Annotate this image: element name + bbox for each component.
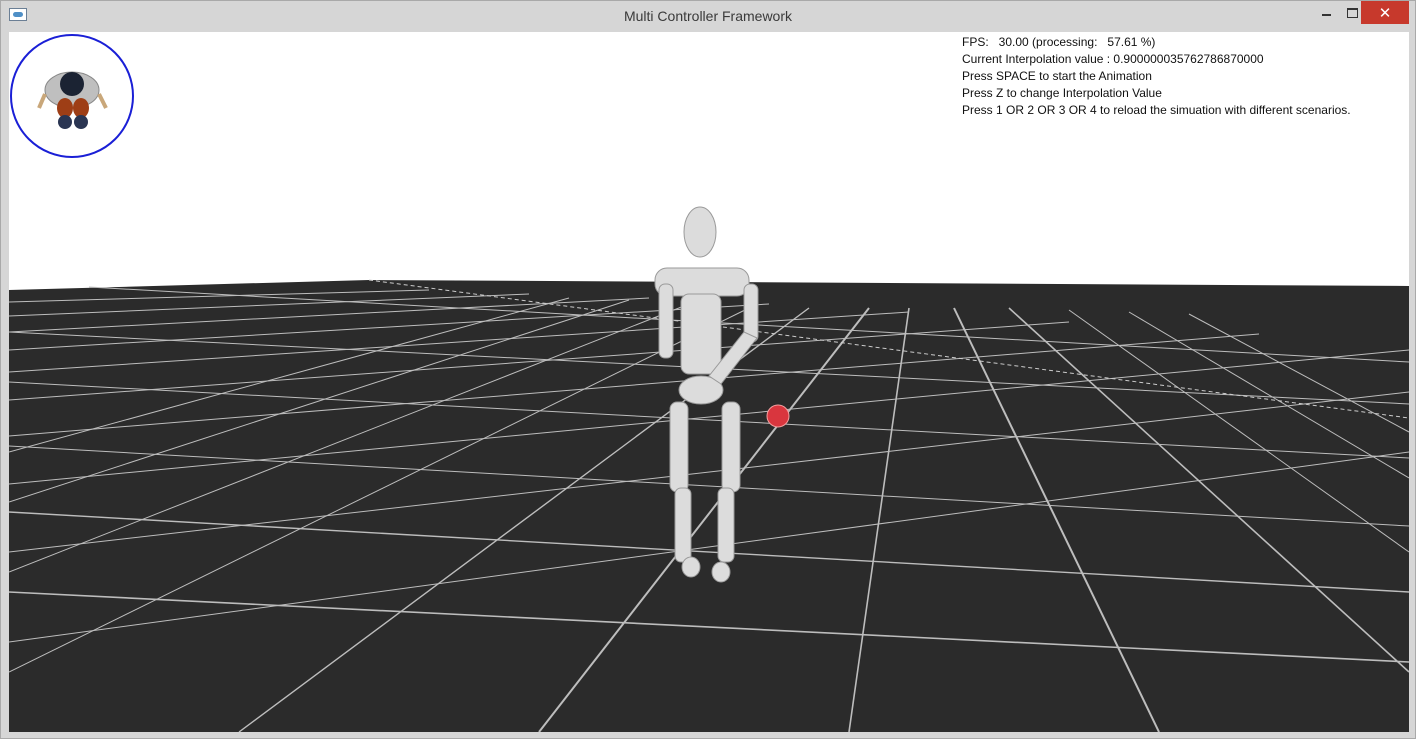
window-title: Multi Controller Framework xyxy=(623,8,793,24)
robot-head xyxy=(683,206,717,258)
robot-left-shin xyxy=(674,487,692,563)
interpolation-readout: Current Interpolation value : 0.90000003… xyxy=(962,52,1264,66)
fps-readout: FPS: 30.00 (processing: 57.61 %) xyxy=(962,35,1156,49)
render-viewport[interactable]: FPS: 30.00 (processing: 57.61 %) Current… xyxy=(9,32,1409,732)
hud-overlay: FPS: 30.00 (processing: 57.61 %) Current… xyxy=(962,34,1351,119)
robot-right-foot xyxy=(711,561,731,583)
instruction-scenarios: Press 1 OR 2 OR 3 OR 4 to reload the sim… xyxy=(962,103,1351,117)
robot-right-shin xyxy=(717,487,735,563)
3d-scene xyxy=(9,32,1409,732)
target-ball xyxy=(766,404,790,428)
robot-torso xyxy=(680,293,722,375)
app-window: Multi Controller Framework ✕ FPS: 30.00 … xyxy=(0,0,1416,739)
minimize-icon xyxy=(1321,14,1331,16)
instruction-z: Press Z to change Interpolation Value xyxy=(962,86,1162,100)
robot-left-foot xyxy=(681,556,701,578)
close-button[interactable]: ✕ xyxy=(1361,1,1409,24)
robot-right-thigh xyxy=(721,401,741,493)
close-icon: ✕ xyxy=(1378,4,1392,22)
robot-left-arm xyxy=(658,283,674,359)
title-bar[interactable]: Multi Controller Framework ✕ xyxy=(1,1,1415,31)
maximize-icon xyxy=(1346,7,1358,18)
instruction-space: Press SPACE to start the Animation xyxy=(962,69,1152,83)
robot-left-thigh xyxy=(669,401,689,493)
